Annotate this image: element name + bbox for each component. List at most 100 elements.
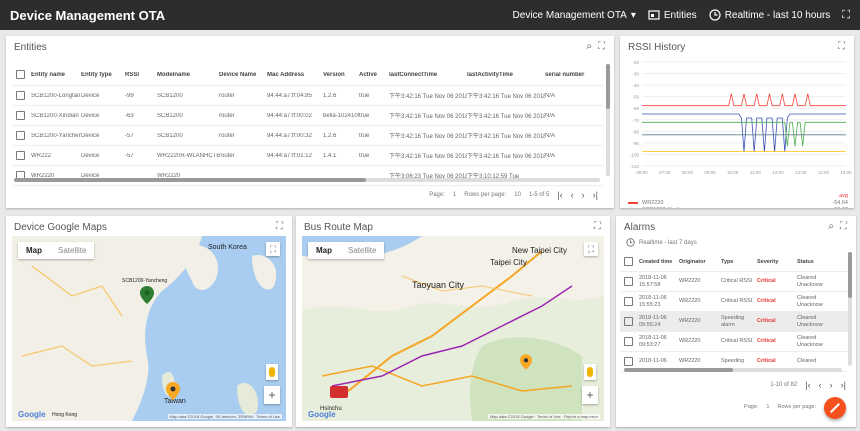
- map-marker-green[interactable]: [140, 286, 154, 304]
- next-page-icon[interactable]: ›: [582, 190, 585, 200]
- column-header[interactable]: Originator: [679, 259, 721, 265]
- street-view-pegman-icon[interactable]: [266, 364, 278, 380]
- column-header[interactable]: lastActivityTime: [467, 72, 545, 78]
- expand-icon[interactable]: ⛶: [598, 42, 608, 52]
- legend-label: WR2220: [642, 199, 664, 206]
- legend-item[interactable]: SCB1200-Xindian -66.07: [628, 206, 848, 209]
- table-row[interactable]: SCB1200-Yancheng Device -57 SCB1200 router 94…: [12, 126, 604, 146]
- search-icon[interactable]: ⌕: [586, 41, 592, 52]
- table-row[interactable]: WR2220 Device WR2220 下午3:06:23 Tue Nov 06 2…: [12, 166, 604, 186]
- last-page-icon[interactable]: ›|: [841, 380, 846, 390]
- table-row[interactable]: 2018-11-06 09:55:24 WR2220 Speeding alarm C…: [620, 312, 848, 332]
- expand-icon[interactable]: ⛶: [838, 42, 848, 52]
- expand-icon[interactable]: ⛶: [276, 222, 286, 232]
- rows-per-page-select[interactable]: 10: [514, 192, 521, 198]
- table-row[interactable]: 2018-11-06 15:55:23 WR2220 Critical RSSI Cr…: [620, 292, 848, 312]
- column-header[interactable]: Device Name: [219, 72, 267, 78]
- y-tick-label: -30: [632, 72, 639, 77]
- first-page-icon[interactable]: |‹: [557, 190, 562, 200]
- bus-marker[interactable]: [330, 386, 348, 398]
- row-checkbox[interactable]: [16, 151, 25, 160]
- row-checkbox[interactable]: [624, 297, 633, 306]
- next-page-icon[interactable]: ›: [830, 380, 833, 390]
- column-header[interactable]: Created time: [639, 259, 679, 265]
- legend-item[interactable]: WR2220 -54.64: [628, 199, 848, 206]
- row-checkbox[interactable]: [16, 131, 25, 140]
- column-header[interactable]: Modelname: [157, 72, 219, 78]
- row-checkbox[interactable]: [16, 111, 25, 120]
- table-cell: 下午3:42:16 Tue Nov 06 2018: [467, 134, 545, 140]
- map-marker-yellow[interactable]: [166, 382, 180, 400]
- column-header[interactable]: RSSI: [125, 72, 157, 78]
- prev-page-icon[interactable]: ‹: [819, 380, 822, 390]
- zoom-in-button[interactable]: +: [264, 386, 280, 404]
- table-row[interactable]: SCB1200-Xindian Device -63 SCB1200 router 94:…: [12, 106, 604, 126]
- select-all-checkbox[interactable]: [624, 257, 633, 266]
- table-cell: true: [359, 152, 370, 159]
- column-header[interactable]: Active: [359, 72, 389, 78]
- last-page-icon[interactable]: ›|: [593, 190, 598, 200]
- horizontal-scrollbar[interactable]: [624, 368, 842, 372]
- map-type-map-button[interactable]: Map: [18, 242, 50, 259]
- scrollbar-thumb[interactable]: [606, 64, 610, 109]
- google-map[interactable]: Map Satellite ⛶ South Korea SCB1200-Yanc…: [12, 236, 286, 421]
- table-row[interactable]: 2018-11-06 09:53:27 WR2220 Critical RSSI Cr…: [620, 332, 848, 352]
- dashboard-selector[interactable]: Device Management OTA ▾: [513, 10, 636, 21]
- map-fullscreen-icon[interactable]: ⛶: [584, 242, 598, 256]
- y-tick-label: -60: [632, 106, 639, 111]
- row-checkbox[interactable]: [624, 317, 633, 326]
- page-select[interactable]: 1: [453, 192, 456, 198]
- column-header[interactable]: Entity name: [31, 72, 81, 78]
- entities-button[interactable]: Entities: [648, 9, 697, 21]
- street-view-pegman-icon[interactable]: [584, 364, 596, 380]
- table-cell: -57: [125, 132, 134, 139]
- column-header[interactable]: serial number: [545, 72, 585, 78]
- map-marker-yellow[interactable]: [520, 354, 532, 370]
- bus-route-map[interactable]: Map Satellite ⛶ New Taipei City Taipei C…: [302, 236, 604, 421]
- severity-badge: Critical: [757, 318, 776, 324]
- entity-aliases-icon: [648, 10, 660, 20]
- scrollbar-thumb[interactable]: [14, 178, 366, 182]
- expand-icon[interactable]: ⛶: [840, 222, 850, 232]
- map-fullscreen-icon[interactable]: ⛶: [266, 242, 280, 256]
- fullscreen-icon[interactable]: ⛶: [842, 9, 850, 22]
- row-checkbox[interactable]: [16, 91, 25, 100]
- column-header[interactable]: Status: [797, 259, 833, 265]
- select-all-checkbox[interactable]: [16, 70, 25, 79]
- column-header[interactable]: lastConnectTime: [389, 72, 467, 78]
- column-header[interactable]: Mac Address: [267, 72, 323, 78]
- vertical-scrollbar[interactable]: [848, 252, 852, 366]
- vertical-scrollbar[interactable]: [606, 64, 610, 176]
- x-tick-label: 09:00: [704, 170, 716, 175]
- table-row[interactable]: 2018-11-06 15:57:58 WR2220 Critical RSSI Cr…: [620, 272, 848, 292]
- row-checkbox[interactable]: [624, 337, 633, 346]
- row-checkbox[interactable]: [624, 277, 633, 286]
- timewindow-button[interactable]: Realtime - last 10 hours: [709, 9, 830, 21]
- table-cell: SCB1200: [157, 132, 183, 139]
- table-row[interactable]: WR222 Device -57 WR2220R-WLANHCTE router 94:4…: [12, 146, 604, 166]
- scrollbar-thumb[interactable]: [624, 368, 733, 372]
- column-header[interactable]: Type: [721, 259, 757, 265]
- alarms-page-select[interactable]: 1: [766, 404, 769, 410]
- scrollbar-thumb[interactable]: [848, 252, 852, 298]
- prev-page-icon[interactable]: ‹: [571, 190, 574, 200]
- y-tick-label: -110: [630, 164, 639, 169]
- table-cell: 94:44:a7:ff:01:12: [267, 152, 312, 159]
- y-tick-label: -70: [632, 118, 639, 123]
- column-header[interactable]: Severity: [757, 259, 797, 265]
- horizontal-scrollbar[interactable]: [14, 178, 600, 182]
- search-icon[interactable]: ⌕: [828, 221, 834, 232]
- column-header[interactable]: Version: [323, 72, 359, 78]
- map-type-satellite-button[interactable]: Satellite: [340, 242, 384, 259]
- map-type-satellite-button[interactable]: Satellite: [50, 242, 94, 259]
- edit-fab-button[interactable]: [824, 397, 846, 419]
- column-header[interactable]: Entity type: [81, 72, 125, 78]
- expand-icon[interactable]: ⛶: [594, 222, 604, 232]
- map-type-map-button[interactable]: Map: [308, 242, 340, 259]
- table-row[interactable]: SCB1200-Longtan Device -99 SCB1200 router 94:…: [12, 86, 604, 106]
- first-page-icon[interactable]: |‹: [805, 380, 810, 390]
- alarms-timewindow[interactable]: Realtime - last 7 days: [626, 238, 697, 247]
- legend-value: -54.64: [832, 199, 848, 206]
- row-checkbox[interactable]: [624, 357, 633, 366]
- zoom-in-button[interactable]: +: [582, 386, 598, 404]
